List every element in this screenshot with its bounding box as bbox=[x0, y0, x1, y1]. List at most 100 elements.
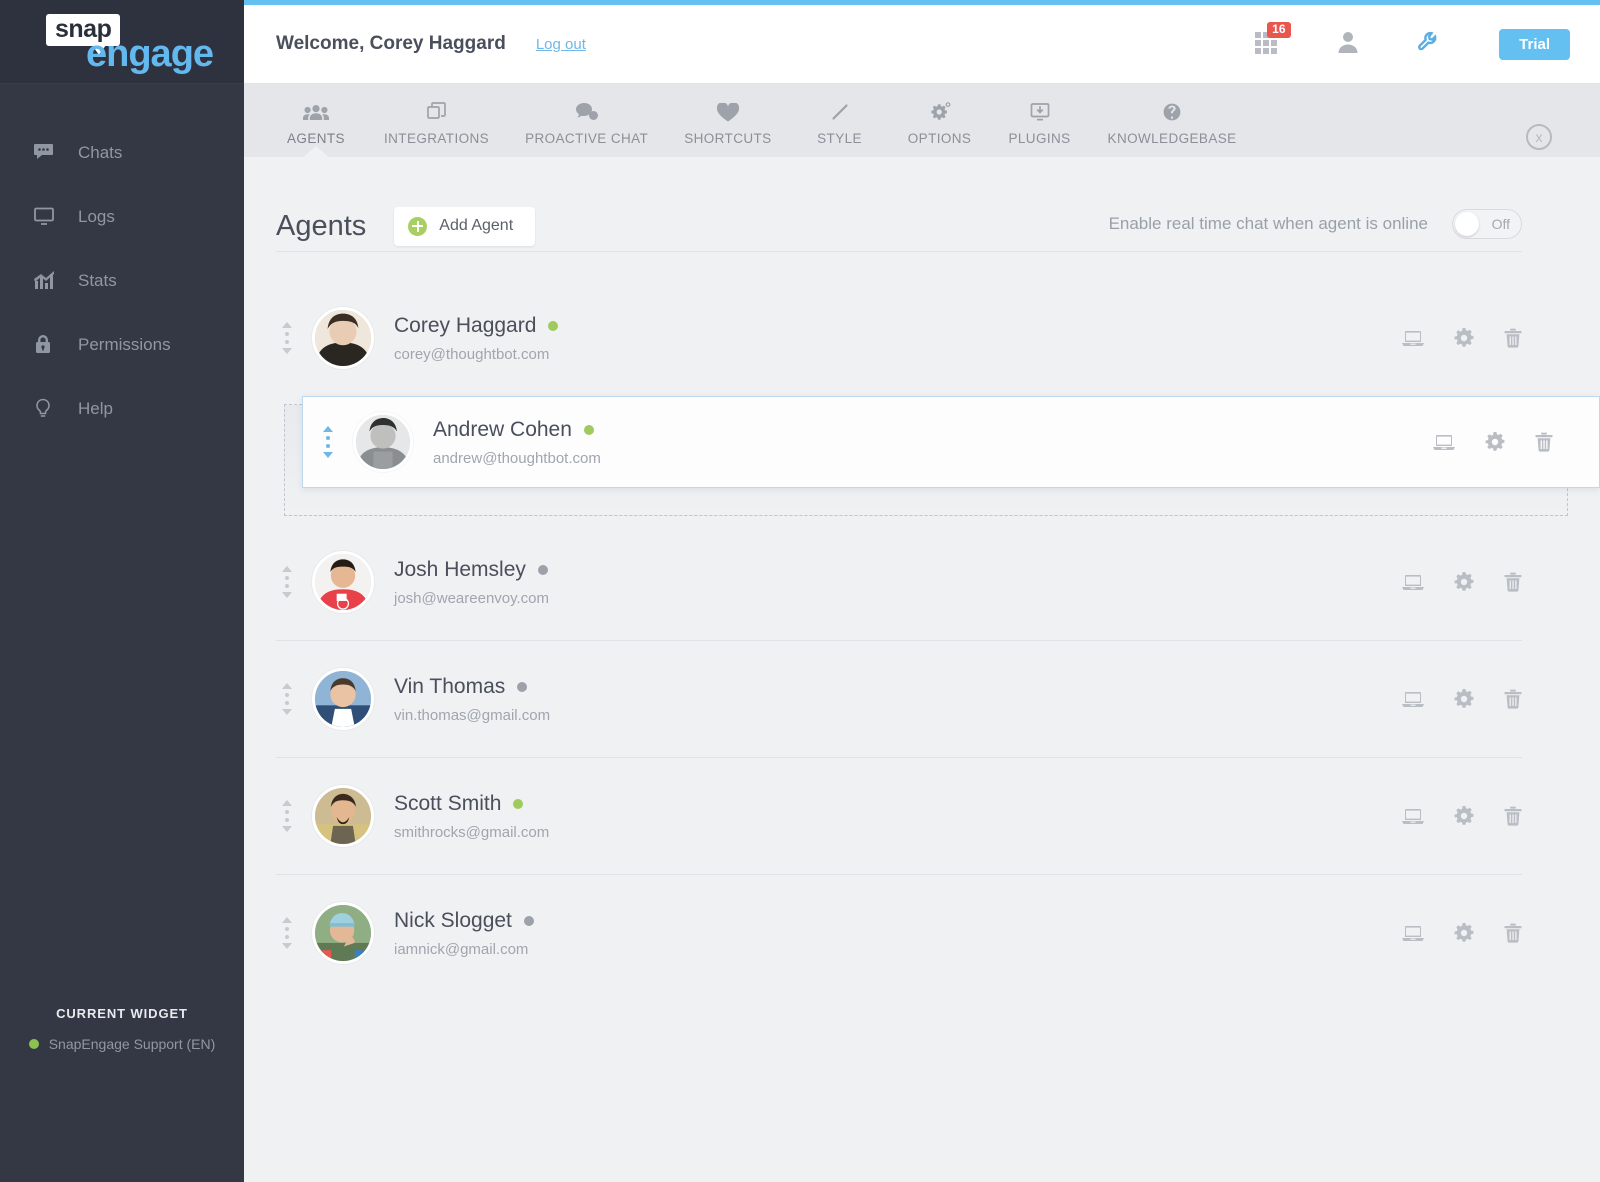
realtime-chat-setting: Enable real time chat when agent is onli… bbox=[1109, 209, 1522, 239]
trash-icon[interactable] bbox=[1504, 806, 1522, 826]
current-widget-section: CURRENT WIDGET SnapEngage Support (EN) bbox=[0, 1006, 244, 1052]
table-row[interactable]: Vin Thomas vin.thomas@gmail.com bbox=[276, 641, 1522, 757]
tab-label: KNOWLEDGEBASE bbox=[1107, 131, 1237, 146]
arrow-down-icon bbox=[282, 709, 292, 715]
logo-engage-text: engage bbox=[86, 33, 214, 75]
drag-handle[interactable] bbox=[276, 917, 298, 949]
tab-agents[interactable]: AGENTS bbox=[266, 84, 366, 146]
row-actions bbox=[1402, 923, 1522, 943]
people-icon bbox=[303, 100, 329, 124]
agent-name: Andrew Cohen bbox=[433, 417, 572, 441]
trial-button[interactable]: Trial bbox=[1499, 28, 1570, 60]
add-agent-button[interactable]: Add Agent bbox=[394, 206, 536, 246]
arrow-up-icon bbox=[282, 322, 292, 328]
row-actions bbox=[1402, 572, 1522, 592]
current-widget-name: SnapEngage Support (EN) bbox=[48, 1036, 216, 1052]
table-row[interactable]: Josh Hemsley josh@weareenvoy.com bbox=[276, 524, 1522, 640]
copy-squares-icon bbox=[426, 100, 447, 124]
status-badge bbox=[583, 424, 594, 435]
tab-label: OPTIONS bbox=[907, 131, 972, 146]
tab-integrations[interactable]: INTEGRATIONS bbox=[366, 84, 507, 146]
tab-knowledgebase[interactable]: KNOWLEDGEBASE bbox=[1090, 84, 1255, 146]
laptop-icon[interactable] bbox=[1402, 925, 1424, 942]
trash-icon[interactable] bbox=[1504, 572, 1522, 592]
trash-icon[interactable] bbox=[1504, 328, 1522, 348]
drag-handle[interactable] bbox=[276, 683, 298, 715]
gear-icon[interactable] bbox=[1454, 689, 1474, 709]
gear-icon[interactable] bbox=[1454, 923, 1474, 943]
sidebar-item-stats[interactable]: Stats bbox=[0, 248, 244, 312]
handle-dot bbox=[285, 332, 289, 336]
tab-options[interactable]: OPTIONS bbox=[890, 84, 990, 146]
add-agent-label: Add Agent bbox=[439, 217, 514, 234]
tab-plugins[interactable]: PLUGINS bbox=[990, 84, 1090, 146]
tab-proactive-chat[interactable]: PROACTIVE CHAT bbox=[507, 84, 666, 146]
gear-icon bbox=[929, 100, 951, 124]
drag-handle[interactable] bbox=[276, 322, 298, 354]
page-title: Agents bbox=[276, 209, 367, 242]
trash-icon[interactable] bbox=[1535, 432, 1553, 452]
drag-handle[interactable] bbox=[276, 566, 298, 598]
row-actions bbox=[1402, 328, 1522, 348]
arrow-up-icon bbox=[323, 426, 333, 432]
sidebar-item-logs[interactable]: Logs bbox=[0, 184, 244, 248]
laptop-icon[interactable] bbox=[1402, 330, 1424, 347]
sidebar-item-chats[interactable]: Chats bbox=[0, 120, 244, 184]
avatar bbox=[312, 902, 374, 964]
trash-icon[interactable] bbox=[1504, 923, 1522, 943]
handle-dot bbox=[285, 576, 289, 580]
arrow-up-icon bbox=[282, 917, 292, 923]
chat-bubble-icon bbox=[34, 141, 64, 163]
handle-dot bbox=[285, 693, 289, 697]
status-badge bbox=[513, 798, 524, 809]
sidebar-item-help[interactable]: Help bbox=[0, 376, 244, 440]
notification-badge: 16 bbox=[1267, 22, 1291, 39]
gear-icon[interactable] bbox=[1485, 432, 1505, 452]
laptop-icon[interactable] bbox=[1402, 574, 1424, 591]
trash-icon[interactable] bbox=[1504, 689, 1522, 709]
snapengage-logo[interactable]: snap engage bbox=[46, 12, 216, 74]
table-row[interactable]: Nick Slogget iamnick@gmail.com bbox=[276, 875, 1522, 991]
close-circle-icon[interactable]: x bbox=[1526, 124, 1552, 150]
settings-button[interactable] bbox=[1417, 30, 1441, 59]
plus-circle-icon bbox=[408, 216, 428, 236]
agent-info: Corey Haggard corey@thoughtbot.com bbox=[394, 314, 1402, 363]
agent-name-row: Andrew Cohen bbox=[433, 418, 1433, 442]
avatar bbox=[312, 307, 374, 369]
speech-bubbles-icon bbox=[575, 100, 598, 124]
toggle-state-label: Off bbox=[1491, 216, 1510, 232]
gear-icon[interactable] bbox=[1454, 806, 1474, 826]
status-badge bbox=[523, 915, 534, 926]
avatar bbox=[312, 785, 374, 847]
realtime-chat-label: Enable real time chat when agent is onli… bbox=[1108, 214, 1428, 233]
avatar bbox=[353, 412, 413, 472]
pencil-icon bbox=[830, 100, 850, 124]
drag-handle[interactable] bbox=[317, 426, 339, 458]
tab-label: PROACTIVE CHAT bbox=[525, 131, 649, 146]
monitor-download-icon bbox=[1030, 100, 1050, 124]
agent-email: corey@thoughtbot.com bbox=[394, 345, 550, 363]
arrow-down-icon bbox=[282, 826, 292, 832]
gear-icon[interactable] bbox=[1454, 572, 1474, 592]
laptop-icon[interactable] bbox=[1402, 691, 1424, 708]
table-row-dragging[interactable]: Andrew Cohen andrew@thoughtbot.com bbox=[302, 396, 1600, 488]
logout-link[interactable]: Log out bbox=[536, 36, 586, 53]
table-row[interactable]: Corey Haggard corey@thoughtbot.com bbox=[276, 280, 1522, 396]
current-widget-selector[interactable]: SnapEngage Support (EN) bbox=[0, 1036, 244, 1052]
row-actions bbox=[1402, 689, 1522, 709]
row-actions bbox=[1433, 432, 1553, 452]
realtime-chat-toggle[interactable]: Off bbox=[1452, 209, 1522, 239]
table-row[interactable]: Scott Smith smithrocks@gmail.com bbox=[276, 758, 1522, 874]
apps-grid-button[interactable]: 16 bbox=[1255, 22, 1291, 56]
handle-dot bbox=[326, 444, 330, 448]
laptop-icon[interactable] bbox=[1433, 434, 1455, 451]
tab-shortcuts[interactable]: SHORTCUTS bbox=[666, 84, 789, 146]
toggle-knob bbox=[1455, 212, 1479, 236]
tab-style[interactable]: STYLE bbox=[790, 84, 890, 146]
sidebar-item-permissions[interactable]: Permissions bbox=[0, 312, 244, 376]
arrow-down-icon bbox=[282, 592, 292, 598]
gear-icon[interactable] bbox=[1454, 328, 1474, 348]
laptop-icon[interactable] bbox=[1402, 808, 1424, 825]
drag-handle[interactable] bbox=[276, 800, 298, 832]
account-button[interactable] bbox=[1337, 30, 1359, 59]
